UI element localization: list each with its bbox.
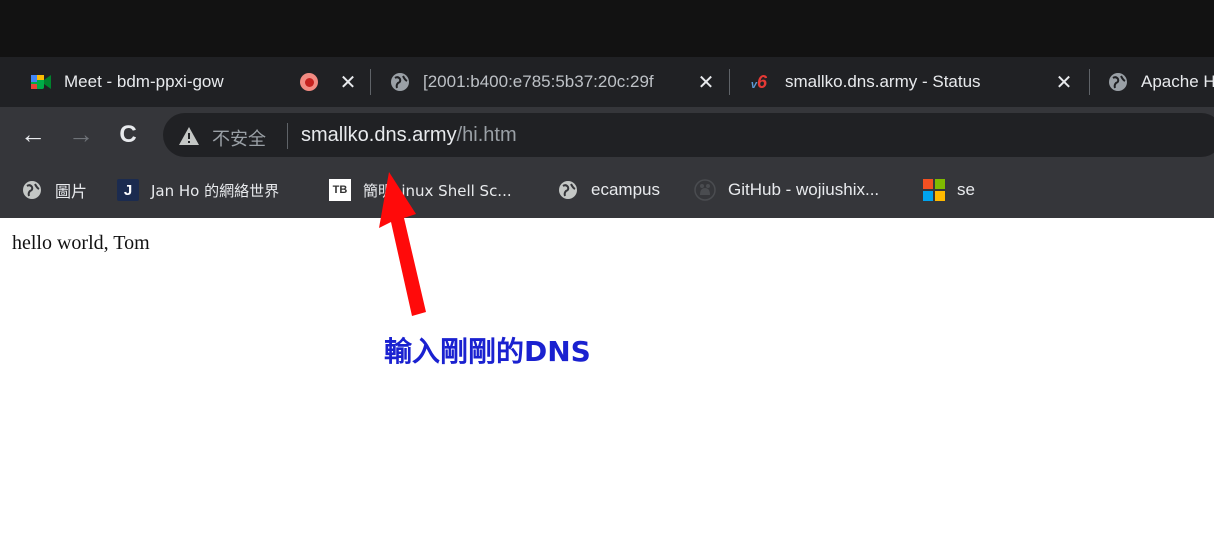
bookmark-label: ecampus <box>591 180 660 199</box>
globe-icon <box>1107 71 1129 93</box>
github-icon <box>694 179 716 201</box>
url-path: /hi.htm <box>456 124 517 146</box>
back-button[interactable]: ← <box>13 107 53 162</box>
tab-close-icon[interactable]: ✕ <box>1054 57 1074 107</box>
window-titlebar <box>0 0 1214 57</box>
tab-separator <box>729 69 730 95</box>
v6-icon: v6 <box>750 71 768 92</box>
globe-icon <box>21 179 43 201</box>
tb-icon: TB <box>329 179 351 201</box>
tab-meet[interactable]: Meet - bdm-ppxi-gow <box>30 57 265 107</box>
bookmark-images[interactable]: 圖片 <box>21 162 87 218</box>
forward-button[interactable]: → <box>61 107 101 162</box>
bookmark-ecampus[interactable]: ecampus <box>557 162 660 218</box>
tab-separator <box>370 69 371 95</box>
tab-label: Apache H <box>1141 72 1214 91</box>
bookmark-label: se <box>957 180 975 199</box>
bookmark-github[interactable]: GitHub - wojiushix... <box>694 162 879 218</box>
annotation-arrow <box>379 172 426 316</box>
tab-label: smallko.dns.army - Status <box>785 72 981 91</box>
tab-label: Meet - bdm-ppxi-gow <box>64 72 224 91</box>
tab-close-icon[interactable]: ✕ <box>696 57 716 107</box>
globe-icon <box>557 179 579 201</box>
security-label[interactable]: 不安全 <box>212 125 266 151</box>
warning-icon[interactable] <box>178 126 200 146</box>
globe-icon <box>389 71 411 93</box>
tab-ipv6-address[interactable]: [2001:b400:e785:5b37:20c:29f <box>389 57 684 107</box>
tab-label: [2001:b400:e785:5b37:20c:29f <box>423 72 654 91</box>
tab-separator <box>1089 69 1090 95</box>
url-text[interactable]: smallko.dns.army/hi.htm <box>301 124 517 147</box>
reload-button[interactable]: C <box>108 107 148 162</box>
bookmark-se[interactable]: se <box>923 162 975 218</box>
page-body-text: hello world, Tom <box>12 232 150 254</box>
google-meet-icon <box>30 71 52 93</box>
bookmark-jan-ho[interactable]: J Jan Ho 的網絡世界 <box>117 162 279 218</box>
bookmark-label: GitHub - wojiushix... <box>728 180 880 199</box>
bookmark-label: 圖片 <box>55 182 88 201</box>
bookmark-label: Jan Ho 的網絡世界 <box>151 181 280 200</box>
recording-icon <box>300 73 318 91</box>
url-host: smallko.dns.army <box>301 124 457 146</box>
tab-smallko-status[interactable]: v6 smallko.dns.army - Status <box>745 57 1045 107</box>
tab-close-icon[interactable]: ✕ <box>338 57 358 107</box>
j-icon: J <box>117 179 139 201</box>
tab-apache[interactable]: Apache H <box>1107 57 1214 107</box>
annotation-text: 輸入剛剛的DNS <box>384 335 591 368</box>
omnibox-separator <box>287 123 288 149</box>
microsoft-icon <box>923 179 945 201</box>
